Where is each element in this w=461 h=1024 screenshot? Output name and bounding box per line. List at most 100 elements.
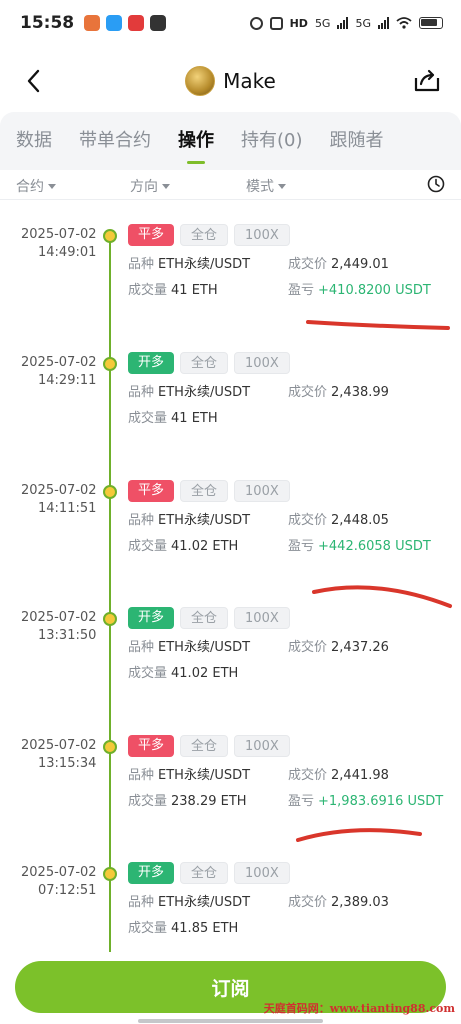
margin-badge: 全仓 — [180, 224, 229, 246]
action-badge: 平多 — [128, 224, 175, 246]
volume-label: 成交量 — [128, 921, 168, 936]
tab-copy-contracts[interactable]: 带单合约 — [79, 112, 151, 170]
filter-contract-label: 合约 — [16, 179, 44, 195]
record-date: 2025-07-02 — [21, 227, 97, 242]
volume-value: 238.29 ETH — [171, 794, 247, 809]
action-badge: 开多 — [128, 862, 175, 884]
pnl-label: 盈亏 — [288, 794, 315, 809]
leverage-badge: 100X — [234, 224, 290, 246]
margin-badge: 全仓 — [180, 862, 229, 884]
alarm-icon — [249, 16, 263, 30]
leverage-badge: 100X — [234, 607, 290, 629]
price-label: 成交价 — [288, 768, 328, 783]
price-value: 2,389.03 — [331, 895, 389, 910]
trader-name: Make — [223, 69, 276, 93]
tab-data[interactable]: 数据 — [16, 112, 52, 170]
margin-badge: 全仓 — [180, 607, 229, 629]
margin-badge: 全仓 — [180, 735, 229, 757]
symbol-label: 品种 — [128, 768, 155, 783]
filter-direction[interactable]: 方向 — [130, 176, 170, 196]
list-item[interactable]: 2025-07-02 14:49:01 平多 全仓 100X 品种 ETH永续/U… — [0, 224, 461, 354]
action-badge: 开多 — [128, 352, 175, 374]
user-icon — [269, 16, 283, 30]
symbol-label: 品种 — [128, 257, 155, 272]
record-date: 2025-07-02 — [21, 483, 97, 498]
symbol-value: ETH永续/USDT — [158, 640, 251, 655]
trader-title: Make — [185, 66, 276, 96]
action-badge: 开多 — [128, 607, 175, 629]
price-value: 2,437.26 — [331, 640, 389, 655]
leverage-badge: 100X — [234, 352, 290, 374]
filter-mode[interactable]: 模式 — [246, 176, 286, 196]
volume-label: 成交量 — [128, 794, 168, 809]
record-date: 2025-07-02 — [21, 355, 97, 370]
signal-icon — [378, 17, 389, 29]
clock-icon[interactable] — [427, 175, 445, 193]
avatar — [185, 66, 216, 96]
action-badge: 平多 — [128, 480, 175, 502]
list-item[interactable]: 2025-07-02 13:31:50 开多 全仓 100X 品种 ETH永续/U… — [0, 607, 461, 737]
filter-contract[interactable]: 合约 — [16, 176, 56, 196]
record-time: 13:15:34 — [38, 756, 97, 771]
symbol-value: ETH永续/USDT — [158, 257, 251, 272]
volume-value: 41 ETH — [171, 411, 218, 426]
record-date: 2025-07-02 — [21, 610, 97, 625]
leverage-badge: 100X — [234, 862, 290, 884]
network-label: 5G — [314, 16, 331, 30]
hd-indicator: HD — [289, 16, 308, 30]
caret-down-icon — [48, 183, 56, 189]
filter-mode-label: 模式 — [246, 179, 274, 195]
status-bar: 15:58 HD 5G 5G — [0, 0, 461, 46]
price-label: 成交价 — [288, 513, 328, 528]
record-date: 2025-07-02 — [21, 865, 97, 880]
symbol-value: ETH永续/USDT — [158, 768, 251, 783]
price-label: 成交价 — [288, 257, 328, 272]
share-icon[interactable] — [413, 66, 441, 94]
notification-app-icon — [84, 15, 101, 31]
filter-bar: 合约 方向 模式 — [0, 170, 461, 200]
list-item[interactable]: 2025-07-02 14:11:51 平多 全仓 100X 品种 ETH永续/U… — [0, 480, 461, 610]
notification-app-icon — [106, 15, 123, 31]
price-value: 2,448.05 — [331, 513, 389, 528]
filter-direction-label: 方向 — [130, 179, 158, 195]
notification-app-icon — [150, 15, 167, 31]
symbol-label: 品种 — [128, 640, 155, 655]
record-time: 14:11:51 — [38, 501, 97, 516]
volume-value: 41 ETH — [171, 283, 218, 298]
symbol-value: ETH永续/USDT — [158, 385, 251, 400]
pnl-value: +410.8200 USDT — [318, 283, 431, 298]
watermark: 天庭首码网：www.tianting88.com — [263, 1002, 455, 1015]
notification-app-icon — [128, 15, 145, 31]
back-arrow-icon[interactable] — [22, 68, 48, 94]
wifi-icon — [396, 17, 412, 29]
list-item[interactable]: 2025-07-02 13:15:34 平多 全仓 100X 品种 ETH永续/U… — [0, 735, 461, 865]
symbol-label: 品种 — [128, 513, 155, 528]
pnl-label: 盈亏 — [288, 283, 315, 298]
record-time: 14:29:11 — [38, 373, 97, 388]
status-time: 15:58 — [20, 13, 75, 33]
tab-followers[interactable]: 跟随者 — [330, 112, 384, 170]
home-indicator — [138, 1019, 323, 1023]
price-label: 成交价 — [288, 385, 328, 400]
volume-value: 41.02 ETH — [171, 539, 239, 554]
price-label: 成交价 — [288, 895, 328, 910]
symbol-value: ETH永续/USDT — [158, 895, 251, 910]
record-time: 14:49:01 — [38, 245, 97, 260]
record-time: 07:12:51 — [38, 883, 97, 898]
action-badge: 平多 — [128, 735, 175, 757]
tab-operations[interactable]: 操作 — [178, 112, 214, 170]
symbol-label: 品种 — [128, 895, 155, 910]
price-label: 成交价 — [288, 640, 328, 655]
timeline-dot — [103, 867, 117, 881]
timeline-dot — [103, 485, 117, 499]
record-date: 2025-07-02 — [21, 738, 97, 753]
caret-down-icon — [278, 183, 286, 189]
margin-badge: 全仓 — [180, 480, 229, 502]
list-item[interactable]: 2025-07-02 14:29:11 开多 全仓 100X 品种 ETH永续/U… — [0, 352, 461, 482]
volume-label: 成交量 — [128, 666, 168, 681]
tab-holdings[interactable]: 持有(0) — [241, 112, 303, 170]
timeline-dot — [103, 229, 117, 243]
price-value: 2,449.01 — [331, 257, 389, 272]
volume-value: 41.02 ETH — [171, 666, 239, 681]
timeline-dot — [103, 357, 117, 371]
